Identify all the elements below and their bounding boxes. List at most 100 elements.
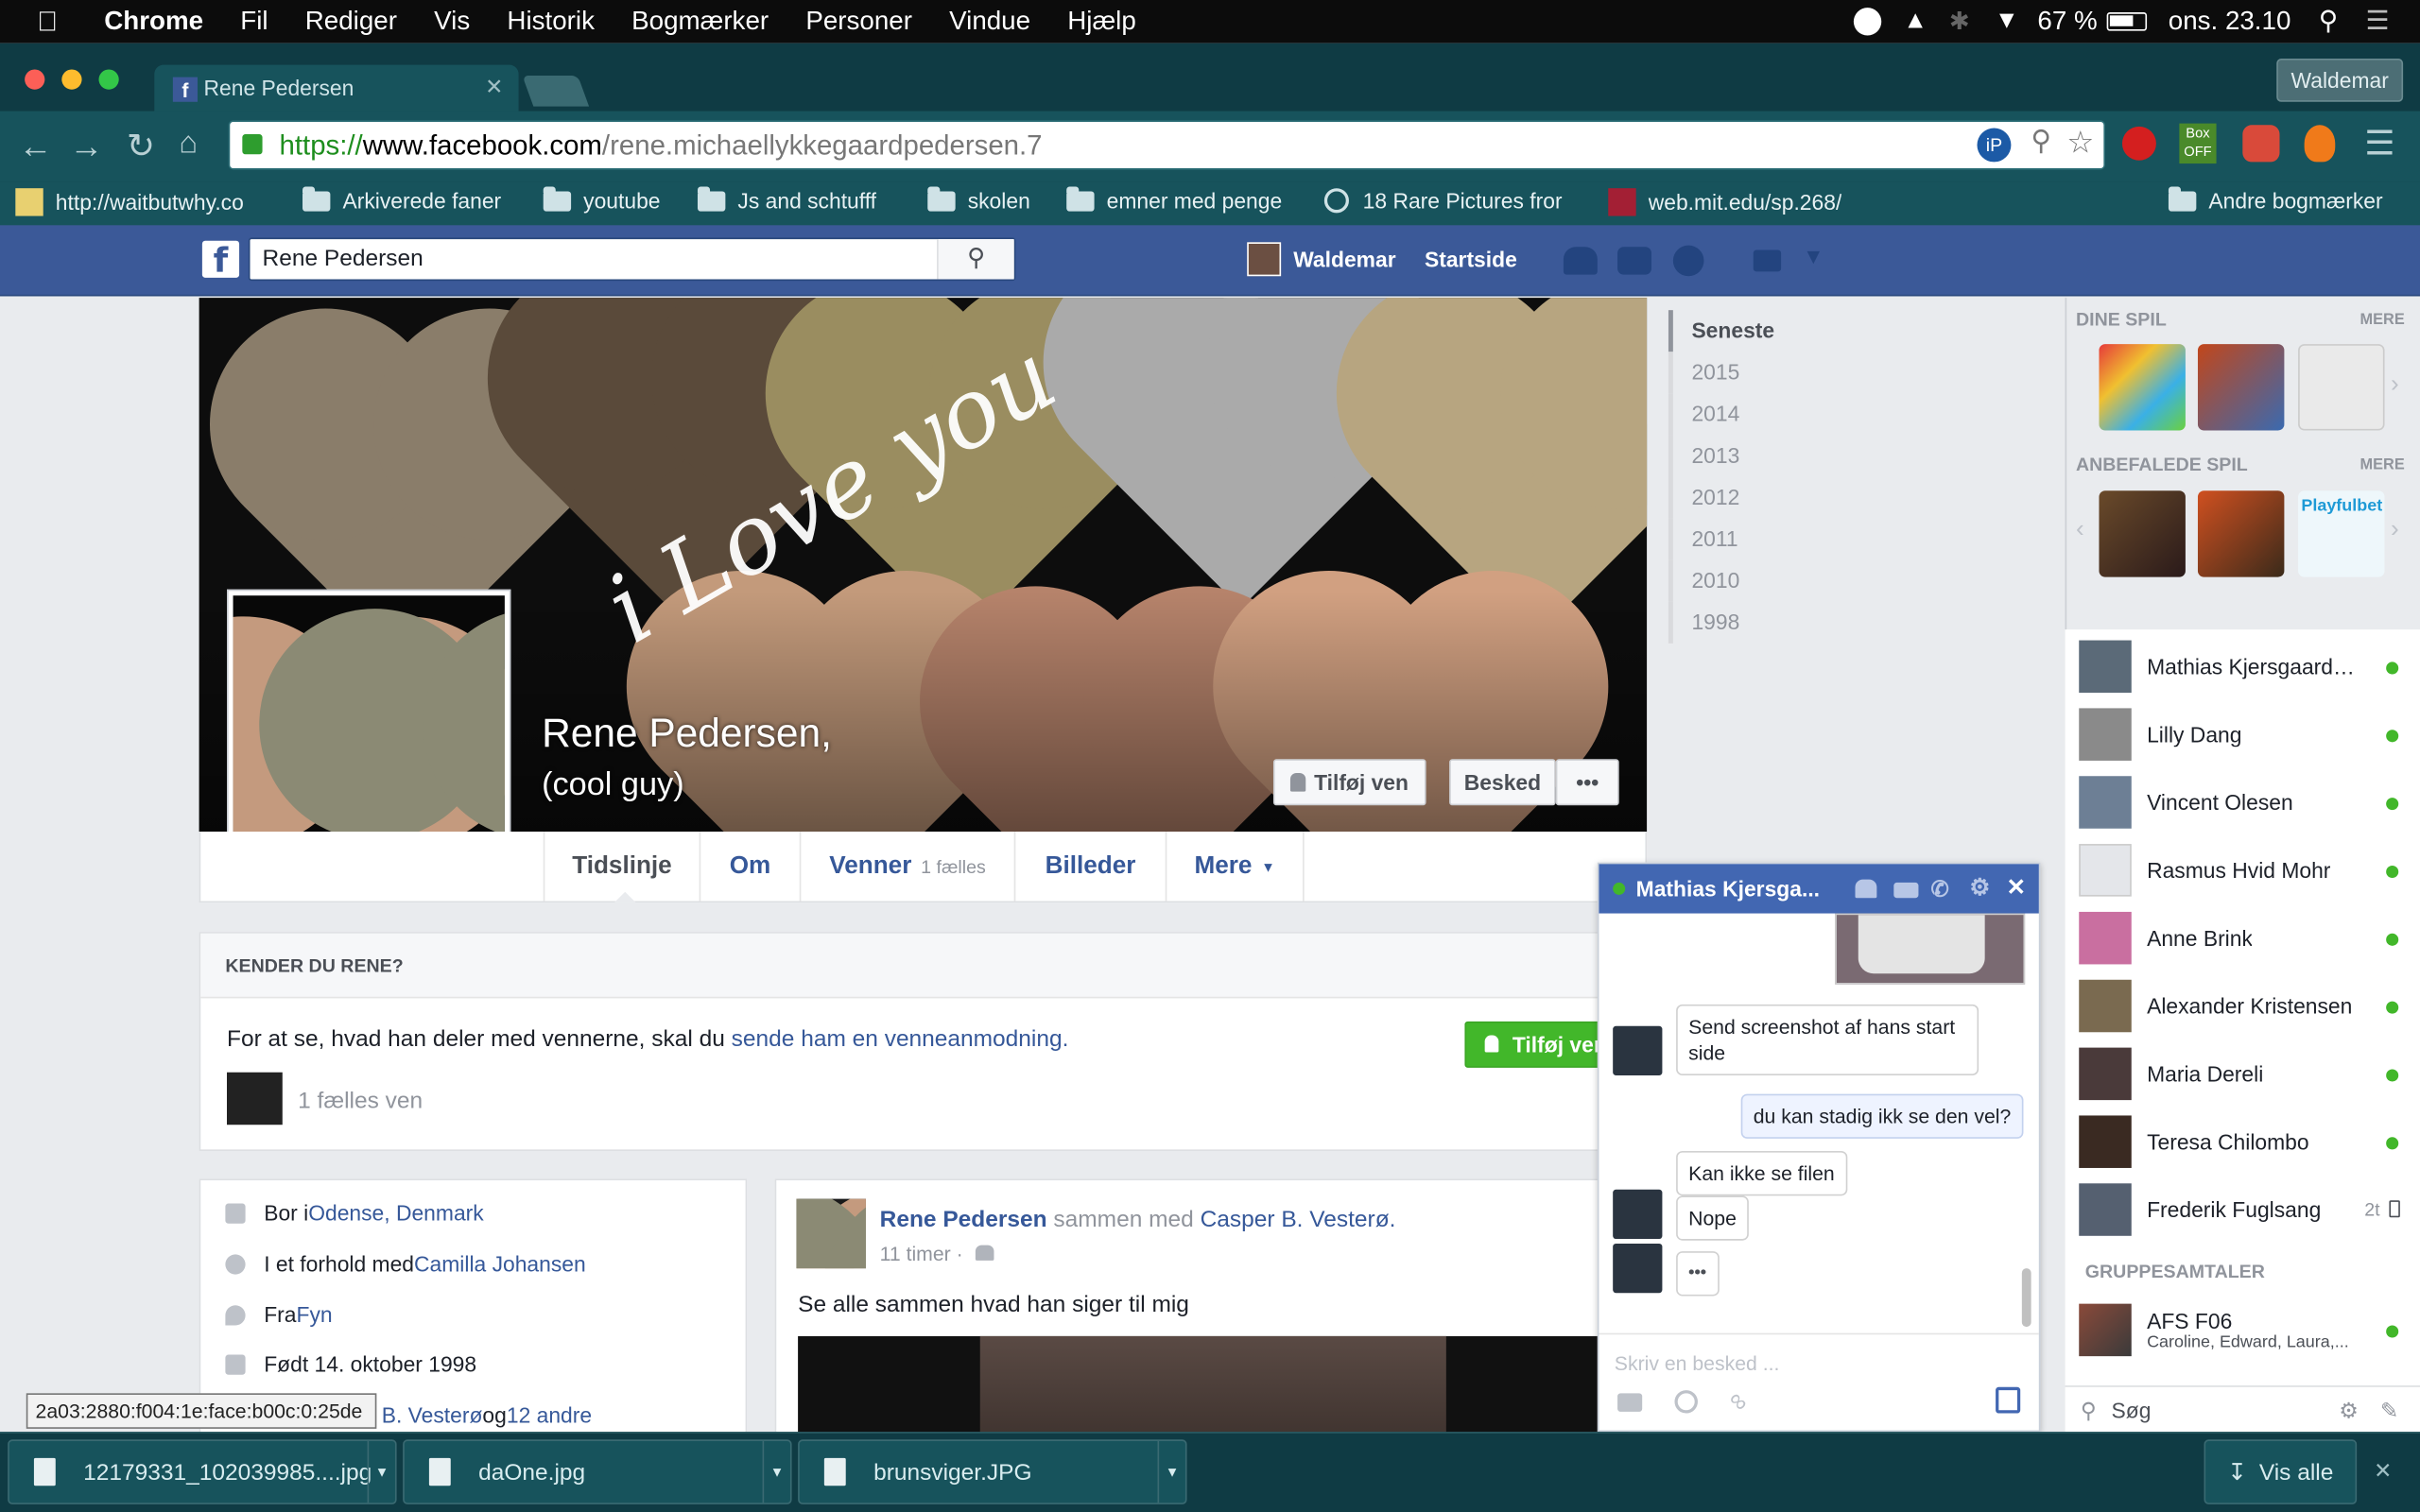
post-author-avatar[interactable]: [796, 1198, 866, 1269]
year-2014[interactable]: 2014: [1668, 393, 2039, 436]
tab-timeline[interactable]: Tidslinje: [543, 832, 701, 903]
soldier-game-icon[interactable]: [2197, 490, 2285, 577]
intro-with-others-link[interactable]: 12 andre: [507, 1402, 592, 1427]
account-menu-chevron-icon[interactable]: ▼: [1803, 244, 1824, 268]
fire-extension-icon[interactable]: [2304, 125, 2336, 163]
post-author-link[interactable]: Rene Pedersen: [880, 1207, 1047, 1233]
user-avatar[interactable]: [1247, 242, 1282, 277]
bookmark-arkiverede-faner[interactable]: Arkiverede faner: [302, 185, 501, 213]
friend-row[interactable]: Vincent Olesen: [2066, 768, 2420, 836]
more-options-button[interactable]: •••: [1555, 759, 1619, 806]
friend-row[interactable]: Anne Brink: [2066, 904, 2420, 972]
add-friend-button[interactable]: Tilføj ven: [1272, 759, 1426, 806]
wifi-icon[interactable]: ▼: [1995, 8, 2019, 35]
boxoff-extension-icon[interactable]: Box OFF: [2179, 123, 2217, 164]
year-1998[interactable]: 1998: [1668, 601, 2039, 644]
minimize-window-button[interactable]: [61, 69, 82, 90]
year-2013[interactable]: 2013: [1668, 435, 2039, 477]
intro-relationship-link[interactable]: Camilla Johansen: [414, 1251, 586, 1276]
reload-icon[interactable]: ↻: [127, 127, 155, 166]
shazam-icon[interactable]: [1853, 8, 1882, 36]
attachment-icon[interactable]: ∞: [1721, 1386, 1754, 1418]
tab-facebook[interactable]: f Rene Pedersen ✕: [154, 64, 519, 112]
chevron-right-icon[interactable]: ›: [2391, 371, 2399, 399]
close-window-button[interactable]: [25, 69, 45, 90]
close-download-bar-icon[interactable]: ✕: [2374, 1458, 2392, 1485]
chevron-left-icon[interactable]: ‹: [2076, 517, 2084, 544]
battery-icon[interactable]: [2106, 12, 2147, 31]
profile-button[interactable]: Waldemar: [2276, 59, 2404, 102]
friend-requests-icon[interactable]: [1563, 247, 1598, 275]
menu-personer[interactable]: Personer: [805, 7, 912, 38]
year-2015[interactable]: 2015: [1668, 352, 2039, 394]
video-call-icon[interactable]: [1893, 882, 1919, 899]
tab-about[interactable]: Om: [700, 832, 802, 902]
add-people-icon[interactable]: [1855, 879, 1877, 899]
home-icon[interactable]: ⌂: [179, 127, 198, 163]
post-time[interactable]: 11 timer ·: [880, 1242, 994, 1265]
chat-message-input[interactable]: Skriv en besked ...: [1615, 1351, 1780, 1374]
messages-icon[interactable]: [1617, 247, 1651, 275]
zoom-icon[interactable]: ⚲: [2031, 125, 2051, 157]
bookmark-waitbutwhy[interactable]: http://waitbutwhy.co: [15, 188, 244, 216]
search-icon[interactable]: ⚲: [937, 239, 1014, 280]
add-friend-green-button[interactable]: Tilføj ven: [1464, 1021, 1619, 1068]
ip-extension-icon[interactable]: iP: [1977, 128, 2012, 163]
bookmark-emner[interactable]: emner med penge: [1066, 185, 1282, 213]
friend-row[interactable]: Rasmus Hvid Mohr: [2066, 836, 2420, 904]
year-2010[interactable]: 2010: [1668, 559, 2039, 602]
menu-bogmaerker[interactable]: Bogmærker: [631, 7, 769, 38]
bookmark-other[interactable]: Andre bogmærker: [2168, 185, 2383, 213]
back-icon[interactable]: ←: [19, 127, 53, 166]
intro-lives-link[interactable]: Odense, Denmark: [308, 1200, 483, 1225]
facebook-logo-icon[interactable]: f: [201, 240, 240, 281]
profile-name[interactable]: Rene Pedersen,: [542, 710, 832, 758]
user-name-link[interactable]: Waldemar: [1293, 247, 1395, 271]
notification-icon[interactable]: ▲: [1903, 8, 1927, 35]
download-menu-chevron-icon[interactable]: ▼: [762, 1440, 790, 1503]
tab-photos[interactable]: Billeder: [1015, 832, 1167, 902]
compose-icon[interactable]: ✎: [2380, 1387, 2398, 1434]
year-latest[interactable]: Seneste: [1668, 310, 2039, 352]
mutual-friend-avatar[interactable]: [227, 1072, 283, 1125]
show-all-downloads-button[interactable]: ↧ Vis alle: [2204, 1439, 2358, 1504]
playfulbet-game-icon[interactable]: Playfulbet: [2298, 490, 2385, 577]
friend-row[interactable]: Frederik Fuglsang 2t: [2066, 1176, 2420, 1244]
menu-rediger[interactable]: Rediger: [305, 7, 397, 38]
new-tab-button[interactable]: [522, 76, 590, 107]
bookmark-skolen[interactable]: skolen: [927, 185, 1030, 213]
tab-friends[interactable]: Venner 1 fælles: [801, 832, 1016, 902]
menu-vindue[interactable]: Vindue: [949, 7, 1030, 38]
menu-fil[interactable]: Fil: [240, 7, 268, 38]
bookmark-js[interactable]: Js and schtufff: [697, 185, 876, 213]
year-2011[interactable]: 2011: [1668, 518, 2039, 560]
forward-icon[interactable]: →: [69, 127, 103, 166]
friend-row[interactable]: Maria Dereli: [2066, 1040, 2420, 1108]
send-request-link[interactable]: sende ham en venneanmodning.: [732, 1026, 1069, 1053]
spotlight-icon[interactable]: ⚲: [2319, 7, 2338, 38]
message-button[interactable]: Besked: [1449, 759, 1556, 806]
menu-historik[interactable]: Historik: [507, 7, 595, 38]
home-link[interactable]: Startside: [1425, 247, 1517, 271]
chrome-menu-icon[interactable]: ☰: [2364, 124, 2394, 163]
download-item[interactable]: 12179331_102039985....jpg ▼: [8, 1439, 397, 1504]
download-menu-chevron-icon[interactable]: ▼: [367, 1440, 395, 1503]
like-thumb-icon[interactable]: [1996, 1386, 2021, 1414]
chat-settings-gear-icon[interactable]: ⚙: [1969, 864, 1990, 913]
notifications-globe-icon[interactable]: [1672, 245, 1704, 277]
friend-row[interactable]: Teresa Chilombo: [2066, 1108, 2420, 1176]
adblock-icon[interactable]: [2242, 125, 2280, 163]
mutual-friends-count[interactable]: 1 fælles ven: [298, 1088, 423, 1114]
friend-row[interactable]: Mathias Kjersgaard ...: [2066, 632, 2420, 700]
warrior-game-icon[interactable]: [2099, 490, 2186, 577]
recommended-more-link[interactable]: MERE: [2360, 456, 2405, 473]
tab-more[interactable]: Mere ▼: [1167, 832, 1305, 902]
extension-red-icon[interactable]: [2121, 126, 2156, 161]
menu-vis[interactable]: Vis: [434, 7, 470, 38]
emoji-icon[interactable]: [1674, 1390, 1698, 1414]
zoom-window-button[interactable]: [98, 69, 119, 90]
joy-game-icon[interactable]: [2197, 344, 2285, 431]
friend-row[interactable]: Alexander Kristensen: [2066, 972, 2420, 1040]
menu-app-name[interactable]: Chrome: [104, 7, 203, 38]
chat-shared-image[interactable]: [1835, 913, 2026, 985]
